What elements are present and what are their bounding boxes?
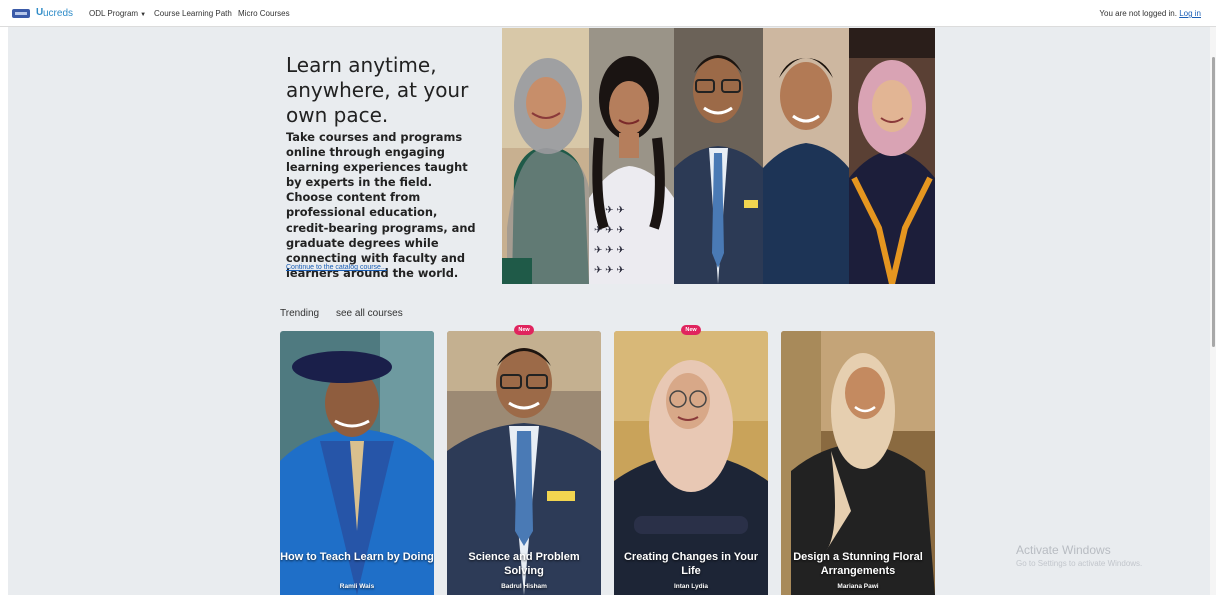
hero-photo-5 (849, 28, 935, 284)
scrollbar-thumb[interactable] (1212, 57, 1215, 347)
course-author: Mariana Pawi (837, 583, 879, 590)
hero-photo-strip: ✈ ✈ ✈ ✈ ✈ ✈ ✈ ✈ ✈ ✈ ✈ ✈ (502, 28, 935, 284)
login-link[interactable]: Log in (1179, 9, 1201, 18)
caret-down-icon: ▼ (140, 12, 147, 18)
course-author: Ramli Wais (339, 583, 375, 590)
course-card-3[interactable]: Creating Changes in Your Life Intan Lydi… (614, 331, 768, 595)
top-navbar: U ucreds ODL Program ▼ Course Learning Pa… (0, 0, 1216, 27)
activate-windows-subtitle: Go to Settings to activate Windows. (1016, 559, 1143, 568)
new-badge: New (681, 325, 701, 335)
svg-text:✈ ✈ ✈: ✈ ✈ ✈ (594, 265, 625, 276)
course-card-1[interactable]: How to Teach Learn by Doing Ramli Wais (280, 331, 434, 595)
course-card-2[interactable]: Science and Problem Solving Badrul Hisha… (447, 331, 601, 595)
course-card-4[interactable]: Design a Stunning Floral Arrangements Ma… (781, 331, 935, 595)
course-title: Science and Problem Solving (468, 551, 580, 577)
hero-photo-4 (763, 28, 849, 284)
course-title: How to Teach Learn by Doing (280, 551, 434, 563)
course-title: Design a Stunning Floral Arrangements (793, 551, 923, 577)
course-author: Badrul Hisham (501, 583, 547, 590)
login-status: You are not logged in. Log in (1099, 9, 1201, 18)
hero-photo-2: ✈ ✈ ✈ ✈ ✈ ✈ ✈ ✈ ✈ ✈ ✈ ✈ (589, 28, 674, 284)
hero-description: Take courses and programs online through… (286, 130, 476, 280)
hero-title: Learn anytime, anywhere, at your own pac… (286, 53, 469, 127)
page-scrollbar[interactable] (1210, 27, 1216, 595)
hero-photo-3 (674, 28, 763, 284)
left-edge (0, 27, 8, 595)
svg-text:✈ ✈ ✈: ✈ ✈ ✈ (594, 245, 625, 256)
activate-windows-title: Activate Windows (1016, 543, 1111, 557)
university-logo-icon[interactable] (12, 9, 30, 18)
catalog-link[interactable]: Continue to the catalog course... (286, 264, 387, 271)
new-badge: New (514, 325, 534, 335)
brand-name[interactable]: ucreds (43, 8, 73, 19)
see-all-courses-link[interactable]: see all courses (336, 308, 403, 319)
nav-micro-courses[interactable]: Micro Courses (238, 9, 290, 18)
course-title: Creating Changes in Your Life (623, 551, 759, 577)
nav-odl-program[interactable]: ODL Program ▼ (89, 9, 146, 18)
hero-photo-1 (502, 28, 589, 284)
trending-heading: Trending (280, 308, 320, 319)
nav-course-learning-path[interactable]: Course Learning Path (154, 9, 232, 18)
course-author: Intan Lydia (673, 583, 709, 590)
